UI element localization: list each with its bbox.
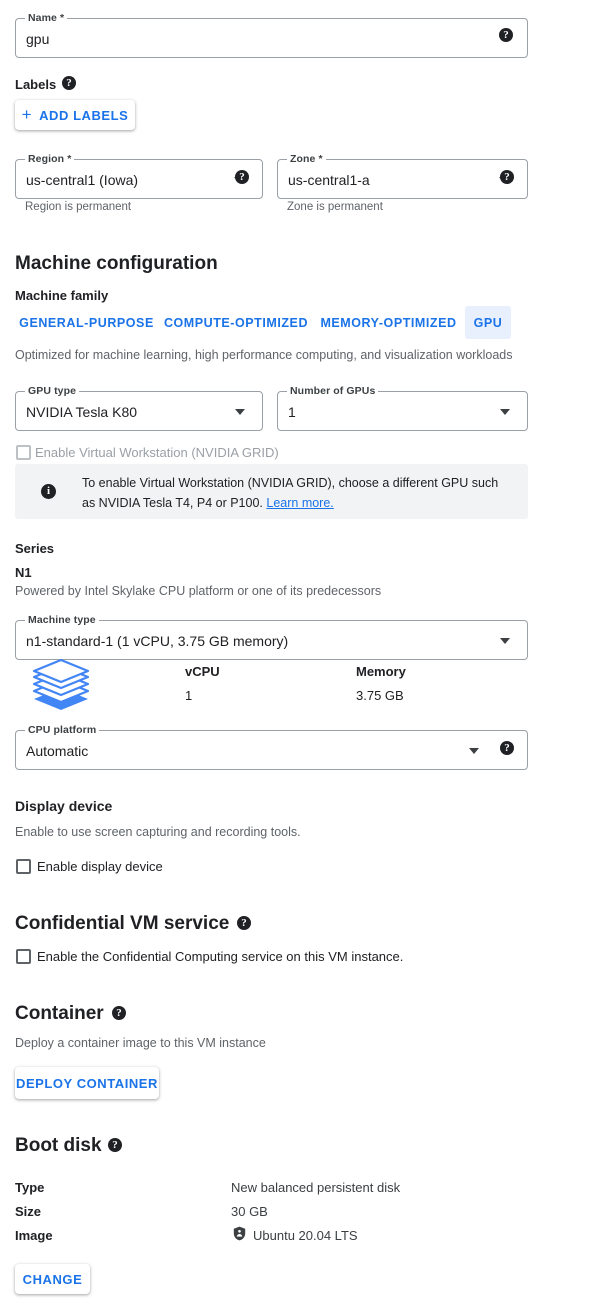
confidential-vm-help-icon[interactable]: ?: [237, 916, 251, 930]
chevron-down-icon[interactable]: [500, 409, 510, 415]
tab-compute-optimized[interactable]: COMPUTE-OPTIMIZED: [160, 306, 312, 339]
deploy-container-label: DEPLOY CONTAINER: [16, 1075, 158, 1091]
tab-general-purpose-label: GENERAL-PURPOSE: [19, 315, 154, 330]
info-banner-text: To enable Virtual Workstation (NVIDIA GR…: [82, 473, 512, 513]
confidential-vm-heading: Confidential VM service: [15, 913, 230, 934]
tab-gpu-label: GPU: [473, 315, 503, 330]
boot-disk-size-key: Size: [15, 1204, 42, 1219]
name-help-icon[interactable]: ?: [499, 28, 513, 42]
boot-disk-help-icon[interactable]: ?: [108, 1138, 122, 1152]
tab-general-purpose[interactable]: GENERAL-PURPOSE: [17, 306, 156, 339]
enable-display-device-label: Enable display device: [37, 859, 163, 874]
zone-helper-text: Zone is permanent: [287, 201, 383, 213]
chevron-down-icon[interactable]: [235, 409, 245, 415]
region-select[interactable]: Region * us-central1 (Iowa): [15, 153, 263, 199]
machine-type-value: n1-standard-1 (1 vCPU, 3.75 GB memory): [26, 633, 289, 649]
name-field-value: gpu: [26, 31, 50, 47]
memory-value: 3.75 GB: [356, 688, 404, 703]
region-value: us-central1 (Iowa): [26, 172, 139, 188]
machine-configuration-heading: Machine configuration: [15, 253, 218, 274]
display-device-heading: Display device: [15, 798, 113, 814]
region-helper-text: Region is permanent: [25, 201, 132, 213]
chevron-down-icon[interactable]: [469, 748, 479, 754]
tab-description: Optimized for machine learning, high per…: [15, 348, 513, 362]
add-labels-button[interactable]: + ADD LABELS: [15, 100, 135, 130]
number-of-gpus-label: Number of GPUs: [287, 385, 379, 397]
layers-icon: [32, 659, 90, 710]
vcpu-value: 1: [185, 688, 193, 703]
boot-disk-image-key: Image: [15, 1228, 53, 1243]
zone-label: Zone *: [287, 153, 326, 165]
container-help-icon[interactable]: ?: [112, 1006, 126, 1020]
learn-more-link[interactable]: Learn more.: [266, 496, 333, 510]
boot-disk-heading: Boot disk: [15, 1135, 102, 1156]
display-device-description: Enable to use screen capturing and recor…: [15, 825, 301, 839]
name-field[interactable]: Name * gpu: [15, 12, 528, 58]
cpu-platform-select[interactable]: CPU platform Automatic: [15, 724, 528, 770]
series-description: Powered by Intel Skylake CPU platform or…: [15, 584, 382, 598]
gpu-type-value: NVIDIA Tesla K80: [26, 404, 138, 420]
boot-disk-type-key: Type: [15, 1180, 45, 1195]
change-boot-disk-label: CHANGE: [22, 1271, 83, 1287]
series-heading: Series: [15, 541, 55, 556]
boot-disk-size-value: 30 GB: [231, 1204, 268, 1219]
enable-virtual-workstation-label: Enable Virtual Workstation (NVIDIA GRID): [35, 445, 279, 460]
enable-virtual-workstation-checkbox: [16, 445, 31, 460]
enable-confidential-computing-checkbox[interactable]: [16, 949, 31, 964]
cpu-platform-label: CPU platform: [25, 724, 100, 736]
ubuntu-shield-icon: [233, 1226, 246, 1241]
machine-family-label: Machine family: [15, 288, 109, 303]
tab-memory-optimized-label: MEMORY-OPTIMIZED: [320, 315, 457, 330]
vm-create-form: Name * gpu ? Labels ? + ADD LABELS Regio…: [0, 0, 601, 1316]
virtual-workstation-info-banner: i To enable Virtual Workstation (NVIDIA …: [15, 464, 528, 519]
chevron-down-icon[interactable]: [500, 638, 510, 644]
container-heading: Container: [15, 1003, 104, 1024]
name-field-label: Name *: [25, 12, 68, 24]
deploy-container-button[interactable]: DEPLOY CONTAINER: [15, 1067, 159, 1099]
gpu-type-select[interactable]: GPU type NVIDIA Tesla K80: [15, 385, 263, 431]
plus-icon: +: [21, 105, 33, 124]
container-description: Deploy a container image to this VM inst…: [15, 1036, 266, 1050]
labels-help-icon[interactable]: ?: [62, 76, 76, 90]
tab-gpu[interactable]: GPU: [465, 306, 511, 339]
zone-value: us-central1-a: [288, 172, 370, 188]
tab-memory-optimized[interactable]: MEMORY-OPTIMIZED: [317, 306, 460, 339]
number-of-gpus-value: 1: [288, 404, 296, 420]
number-of-gpus-select[interactable]: Number of GPUs 1: [277, 385, 528, 431]
machine-type-label: Machine type: [25, 614, 99, 626]
series-name: N1: [15, 565, 32, 580]
boot-disk-image-value: Ubuntu 20.04 LTS: [253, 1228, 358, 1243]
change-boot-disk-button[interactable]: CHANGE: [15, 1264, 90, 1294]
region-help-icon[interactable]: ?: [235, 170, 249, 184]
gpu-type-label: GPU type: [25, 385, 80, 397]
region-label: Region *: [25, 153, 75, 165]
zone-help-icon[interactable]: ?: [500, 170, 514, 184]
info-icon: i: [41, 484, 56, 499]
enable-display-device-checkbox[interactable]: [16, 859, 31, 874]
memory-column-header: Memory: [356, 664, 406, 679]
add-labels-label: ADD LABELS: [39, 107, 129, 123]
zone-select[interactable]: Zone * us-central1-a: [277, 153, 528, 199]
enable-confidential-computing-label: Enable the Confidential Computing servic…: [37, 949, 404, 964]
cpu-platform-help-icon[interactable]: ?: [500, 741, 514, 755]
cpu-platform-value: Automatic: [26, 743, 89, 759]
boot-disk-type-value: New balanced persistent disk: [231, 1180, 401, 1195]
tab-compute-optimized-label: COMPUTE-OPTIMIZED: [163, 315, 309, 330]
labels-title: Labels: [15, 77, 57, 92]
machine-type-select[interactable]: Machine type n1-standard-1 (1 vCPU, 3.75…: [15, 614, 528, 660]
vcpu-column-header: vCPU: [185, 664, 220, 679]
